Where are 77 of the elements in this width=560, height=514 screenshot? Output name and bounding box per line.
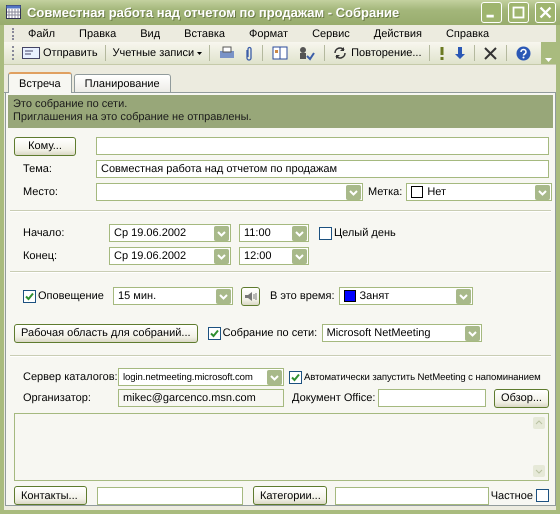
delete-icon[interactable] (484, 46, 497, 60)
date-dropdown[interactable]: Ср 19.06.2002 (109, 247, 231, 265)
contacts-button[interactable]: Контакты... (14, 486, 87, 505)
browse-button[interactable]: Обзор... (494, 388, 549, 408)
printer-icon[interactable] (219, 46, 236, 60)
checkbox[interactable] (23, 290, 36, 302)
reminder-dropdown[interactable]: 15 мин. (113, 287, 233, 305)
checkbox-label: Целый день (334, 227, 396, 239)
check-names-icon[interactable] (298, 46, 316, 61)
speaker-icon (244, 290, 257, 302)
info-text: Приглашения на это собрание не отправлены. (13, 111, 253, 124)
contacts-field[interactable] (97, 486, 243, 504)
online-meeting-dropdown[interactable]: Microsoft NetMeeting (322, 324, 482, 342)
scroll-up-icon[interactable] (533, 417, 545, 429)
checkbox[interactable] (289, 370, 302, 384)
checkbox-label: Автоматически запустить NetMeeting с напоминанием (304, 372, 541, 382)
time-dropdown[interactable]: 12:00 (239, 247, 309, 265)
checkbox-label: Частное (490, 490, 533, 502)
minimize-icon[interactable] (481, 2, 502, 23)
date-dropdown[interactable]: Ср 19.06.2002 (109, 224, 231, 242)
checkbox-label: Собрание по сети: (222, 327, 318, 339)
menu-item[interactable]: Сервис (305, 26, 357, 42)
close-icon[interactable] (535, 2, 556, 23)
accounts-button[interactable]: Учетные записи (110, 43, 206, 64)
workspace-button[interactable]: Рабочая область для собраний... (14, 324, 198, 342)
location-field[interactable] (96, 183, 363, 201)
window-title: Совместная работа над отчетом по продажам - Собрание (27, 4, 400, 20)
exclamation-icon[interactable] (438, 46, 445, 60)
maximize-icon[interactable] (508, 2, 529, 23)
field-label: Тема: (22, 163, 53, 175)
document-field[interactable] (378, 389, 486, 407)
organizer-field: mikec@garcenco.msn.com (118, 389, 284, 407)
toolbar-options-icon[interactable] (544, 55, 553, 64)
time-dropdown[interactable]: 11:00 (239, 224, 309, 242)
field-label: В это время: (270, 290, 335, 302)
categories-button[interactable]: Категории... (253, 486, 327, 505)
field-label: Сервер каталогов: (22, 371, 118, 383)
field-label: Метка: (368, 186, 402, 198)
tag-dropdown[interactable]: Нет (406, 183, 552, 201)
field-label: Конец: (22, 250, 58, 262)
menu-item[interactable]: Правка (72, 26, 124, 42)
address-book-icon[interactable] (272, 46, 288, 60)
circular-arrows-icon (332, 46, 348, 60)
menu-item[interactable]: Действия (366, 26, 429, 42)
menu-item[interactable]: Формат (242, 26, 296, 42)
notes-field[interactable] (14, 413, 549, 481)
field-label: Место: (22, 186, 59, 198)
checkbox[interactable] (208, 326, 221, 340)
help-icon[interactable] (516, 46, 531, 61)
menu-item[interactable]: Вставка (177, 26, 232, 42)
scroll-down-icon[interactable] (533, 465, 545, 477)
caret-icon (197, 52, 202, 55)
info-text: Это собрание по сети. (13, 98, 128, 111)
menu-item[interactable]: Вид (133, 26, 168, 42)
to-button[interactable]: Кому... (14, 136, 76, 156)
server-dropdown[interactable]: login.netmeeting.microsoft.com (118, 368, 284, 386)
down-arrow-icon[interactable] (454, 46, 465, 60)
subject-field[interactable]: Совместная работа над отчетом по продажам (96, 160, 549, 178)
tab[interactable]: Встреча (8, 72, 72, 93)
sound-button[interactable] (241, 286, 260, 306)
field-label: Начало: (22, 227, 66, 239)
tab[interactable]: Планирование (74, 74, 171, 92)
categories-field[interactable] (335, 486, 489, 504)
menu-item[interactable]: Файл (21, 26, 62, 42)
send-button[interactable]: Отправить (19, 43, 101, 64)
field-label: Организатор: (22, 392, 92, 404)
checkbox-label: Оповещение (38, 290, 105, 302)
checkbox[interactable] (319, 226, 332, 240)
checkbox[interactable] (536, 489, 549, 502)
recurrence-button[interactable]: Повторение... (329, 43, 425, 64)
paperclip-icon[interactable] (245, 46, 254, 61)
busy-status-dropdown[interactable]: Занят (338, 287, 473, 305)
calendar-icon (6, 5, 21, 20)
field-label: Документ Office: (292, 392, 376, 404)
to-field[interactable] (96, 137, 549, 155)
envelope-icon (22, 47, 40, 60)
menu-item[interactable]: Справка (438, 26, 496, 42)
